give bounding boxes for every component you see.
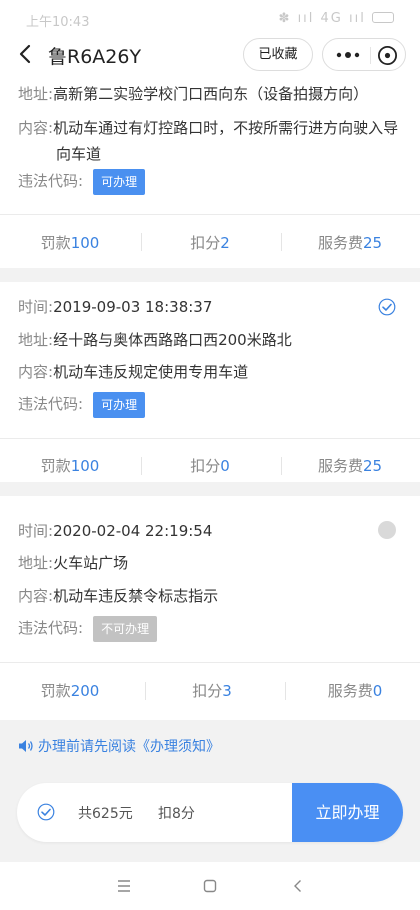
address-label: 地址: bbox=[18, 85, 54, 103]
content-row: 内容:机动车违反规定使用专用车道 bbox=[18, 359, 248, 385]
time-value: 2019-09-03 18:38:37 bbox=[53, 298, 213, 316]
battery-icon bbox=[372, 12, 394, 23]
fee-stat: 服务费0 bbox=[327, 682, 383, 700]
time-row: 时间:2019-09-03 18:38:37 bbox=[18, 294, 212, 320]
content-value: 机动车通过有灯控路口时，不按所需行进方向驶入导向车道 bbox=[53, 119, 399, 163]
check-icon[interactable] bbox=[37, 803, 55, 821]
points-stat: 扣分0 bbox=[190, 457, 230, 475]
violation-card-1[interactable]: 地址:高新第二实验学校门口西向东（设备拍摄方向） 内容:机动车通过有灯控路口时，… bbox=[0, 74, 420, 268]
total-points: 扣8分 bbox=[158, 806, 195, 822]
system-nav-bar bbox=[0, 862, 420, 910]
collect-button[interactable]: 已收藏 bbox=[243, 38, 313, 71]
content-value: 机动车违反规定使用专用车道 bbox=[53, 363, 249, 381]
check-icon[interactable] bbox=[378, 298, 396, 316]
points-stat: 扣分3 bbox=[192, 682, 232, 700]
status-badge: 可办理 bbox=[93, 391, 146, 418]
code-label: 违法代码: bbox=[18, 395, 84, 413]
status-badge: 不可办理 bbox=[93, 615, 158, 642]
address-value: 高新第二实验学校门口西向东（设备拍摄方向） bbox=[53, 85, 369, 103]
close-circle-icon[interactable] bbox=[377, 45, 398, 66]
violation-card-2[interactable]: 时间:2019-09-03 18:38:37 地址:经十路与奥体西路路口西200… bbox=[0, 282, 420, 482]
violation-card-3[interactable]: 时间:2020-02-04 22:19:54 地址:火车站广场 内容:机动车违反… bbox=[0, 496, 420, 720]
code-label: 违法代码: bbox=[18, 619, 84, 637]
back-arrow-icon[interactable] bbox=[14, 42, 38, 66]
content-label: 内容: bbox=[18, 119, 54, 137]
address-label: 地址: bbox=[18, 331, 54, 349]
divider bbox=[0, 214, 420, 215]
time-value: 2020-02-04 22:19:54 bbox=[53, 522, 213, 540]
notice-link[interactable]: 《办理须知》 bbox=[136, 739, 220, 755]
address-value: 火车站广场 bbox=[53, 554, 129, 572]
address-value: 经十路与奥体西路路口西200米路北 bbox=[53, 331, 292, 349]
fee-stat: 服务费25 bbox=[317, 457, 383, 475]
fine-stat: 罚款100 bbox=[40, 457, 100, 475]
divider bbox=[0, 662, 420, 663]
code-row: 违法代码: 可办理 bbox=[18, 391, 146, 418]
notice-row: 办理前请先阅读《办理须知》 bbox=[18, 736, 220, 756]
back-nav-icon[interactable] bbox=[290, 878, 306, 894]
code-row: 违法代码: 可办理 bbox=[18, 168, 146, 195]
pay-now-button[interactable]: 立即办理 bbox=[292, 783, 403, 842]
fine-stat: 罚款100 bbox=[40, 234, 100, 252]
home-icon[interactable] bbox=[202, 878, 218, 894]
content-label: 内容: bbox=[18, 587, 54, 605]
points-stat: 扣分2 bbox=[190, 234, 230, 252]
content-label: 内容: bbox=[18, 363, 54, 381]
status-time: 上午10:43 bbox=[26, 15, 90, 30]
status-bar: 上午10:43 ✽ ııl 4G ııl bbox=[0, 0, 420, 36]
content-row: 内容:机动车通过有灯控路口时，不按所需行进方向驶入导向车道 bbox=[18, 115, 408, 167]
nav-bar: 鲁R6A26Y 已收藏 bbox=[0, 36, 420, 74]
capsule-divider bbox=[370, 47, 371, 64]
address-label: 地址: bbox=[18, 554, 54, 572]
time-label: 时间: bbox=[18, 522, 54, 540]
content-value: 机动车违反禁令标志指示 bbox=[53, 587, 219, 605]
unchecked-circle-icon[interactable] bbox=[378, 521, 396, 539]
speaker-icon bbox=[19, 740, 33, 752]
address-row: 地址:高新第二实验学校门口西向东（设备拍摄方向） bbox=[18, 81, 368, 107]
pay-bar: 共625元 扣8分 立即办理 bbox=[17, 783, 403, 842]
time-label: 时间: bbox=[18, 298, 54, 316]
status-icons: ✽ ııl 4G ııl bbox=[279, 11, 394, 26]
fee-stat: 服务费25 bbox=[317, 234, 383, 252]
status-badge: 可办理 bbox=[93, 168, 146, 195]
divider bbox=[0, 438, 420, 439]
address-row: 地址:经十路与奥体西路路口西200米路北 bbox=[18, 327, 292, 353]
fine-stat: 罚款200 bbox=[40, 682, 100, 700]
address-row: 地址:火车站广场 bbox=[18, 550, 128, 576]
menu-icon[interactable] bbox=[116, 878, 132, 894]
total-amount: 共625元 bbox=[78, 806, 133, 822]
code-label: 违法代码: bbox=[18, 172, 84, 190]
time-row: 时间:2020-02-04 22:19:54 bbox=[18, 518, 212, 544]
content-row: 内容:机动车违反禁令标志指示 bbox=[18, 583, 218, 609]
signal-icons: ✽ ııl 4G ııl bbox=[278, 11, 366, 26]
mini-program-capsule bbox=[322, 38, 406, 71]
more-dots-icon[interactable] bbox=[335, 48, 361, 62]
notice-text: 办理前请先阅读 bbox=[38, 739, 136, 755]
code-row: 违法代码: 不可办理 bbox=[18, 615, 158, 642]
page-title: 鲁R6A26Y bbox=[48, 46, 142, 68]
